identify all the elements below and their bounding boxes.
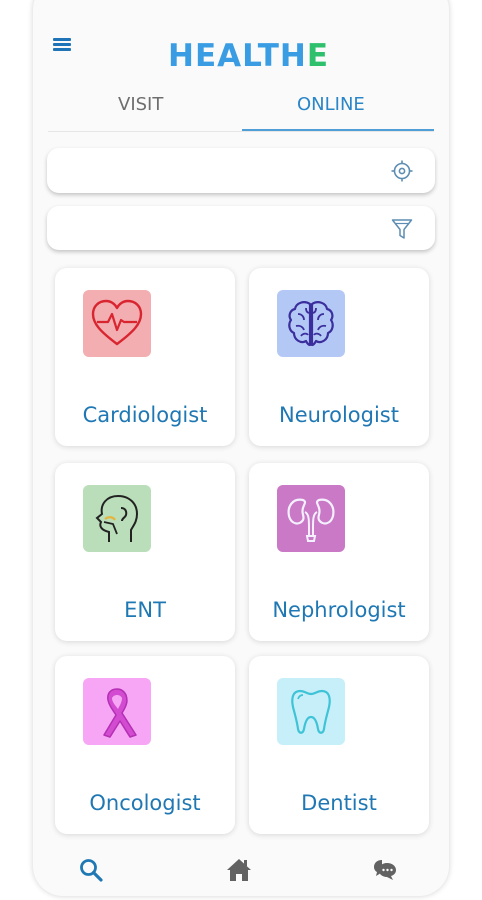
specialty-label: Dentist <box>301 791 377 815</box>
home-icon[interactable] <box>226 857 252 883</box>
logo-accent-letter: E <box>306 38 330 74</box>
specialty-icon-tile <box>277 678 345 745</box>
location-target-icon[interactable] <box>390 159 414 183</box>
specialty-label: Nephrologist <box>272 598 406 622</box>
filter-funnel-icon[interactable] <box>390 217 414 241</box>
head-profile-icon <box>95 494 139 542</box>
specialty-card-cardiologist[interactable]: Cardiologist <box>55 268 235 446</box>
heart-icon <box>91 299 143 345</box>
filter-input[interactable] <box>47 206 377 250</box>
brain-icon <box>288 300 334 346</box>
specialty-label: Neurologist <box>279 403 399 427</box>
specialty-card-ent[interactable]: ENT <box>55 463 235 641</box>
specialty-icon-tile <box>277 485 345 552</box>
active-tab-indicator <box>242 129 434 131</box>
hamburger-menu-icon[interactable] <box>53 36 73 54</box>
specialty-card-neurologist[interactable]: Neurologist <box>249 268 429 446</box>
search-input[interactable] <box>47 148 377 193</box>
tab-divider <box>48 131 434 132</box>
cancer-ribbon-icon <box>103 687 137 738</box>
specialty-label: Cardiologist <box>82 403 208 427</box>
search-field <box>47 148 435 193</box>
specialty-card-dentist[interactable]: Dentist <box>249 656 429 834</box>
tooth-icon <box>291 689 331 734</box>
specialty-icon-tile <box>277 290 345 357</box>
specialty-label: ENT <box>124 598 166 622</box>
filter-field <box>47 206 435 250</box>
app-logo: HEALTHE <box>168 38 329 74</box>
tab-visit[interactable]: VISIT <box>118 92 163 118</box>
specialty-label: Oncologist <box>89 791 201 815</box>
search-icon[interactable] <box>78 857 104 883</box>
tab-online[interactable]: ONLINE <box>297 92 365 118</box>
specialty-icon-tile <box>83 290 151 357</box>
specialty-card-nephrologist[interactable]: Nephrologist <box>249 463 429 641</box>
specialty-card-oncologist[interactable]: Oncologist <box>55 656 235 834</box>
chat-icon[interactable] <box>372 857 398 883</box>
kidney-icon <box>287 498 335 542</box>
specialty-icon-tile <box>83 678 151 745</box>
logo-text: HEALTH <box>168 38 307 74</box>
specialty-icon-tile <box>83 485 151 552</box>
